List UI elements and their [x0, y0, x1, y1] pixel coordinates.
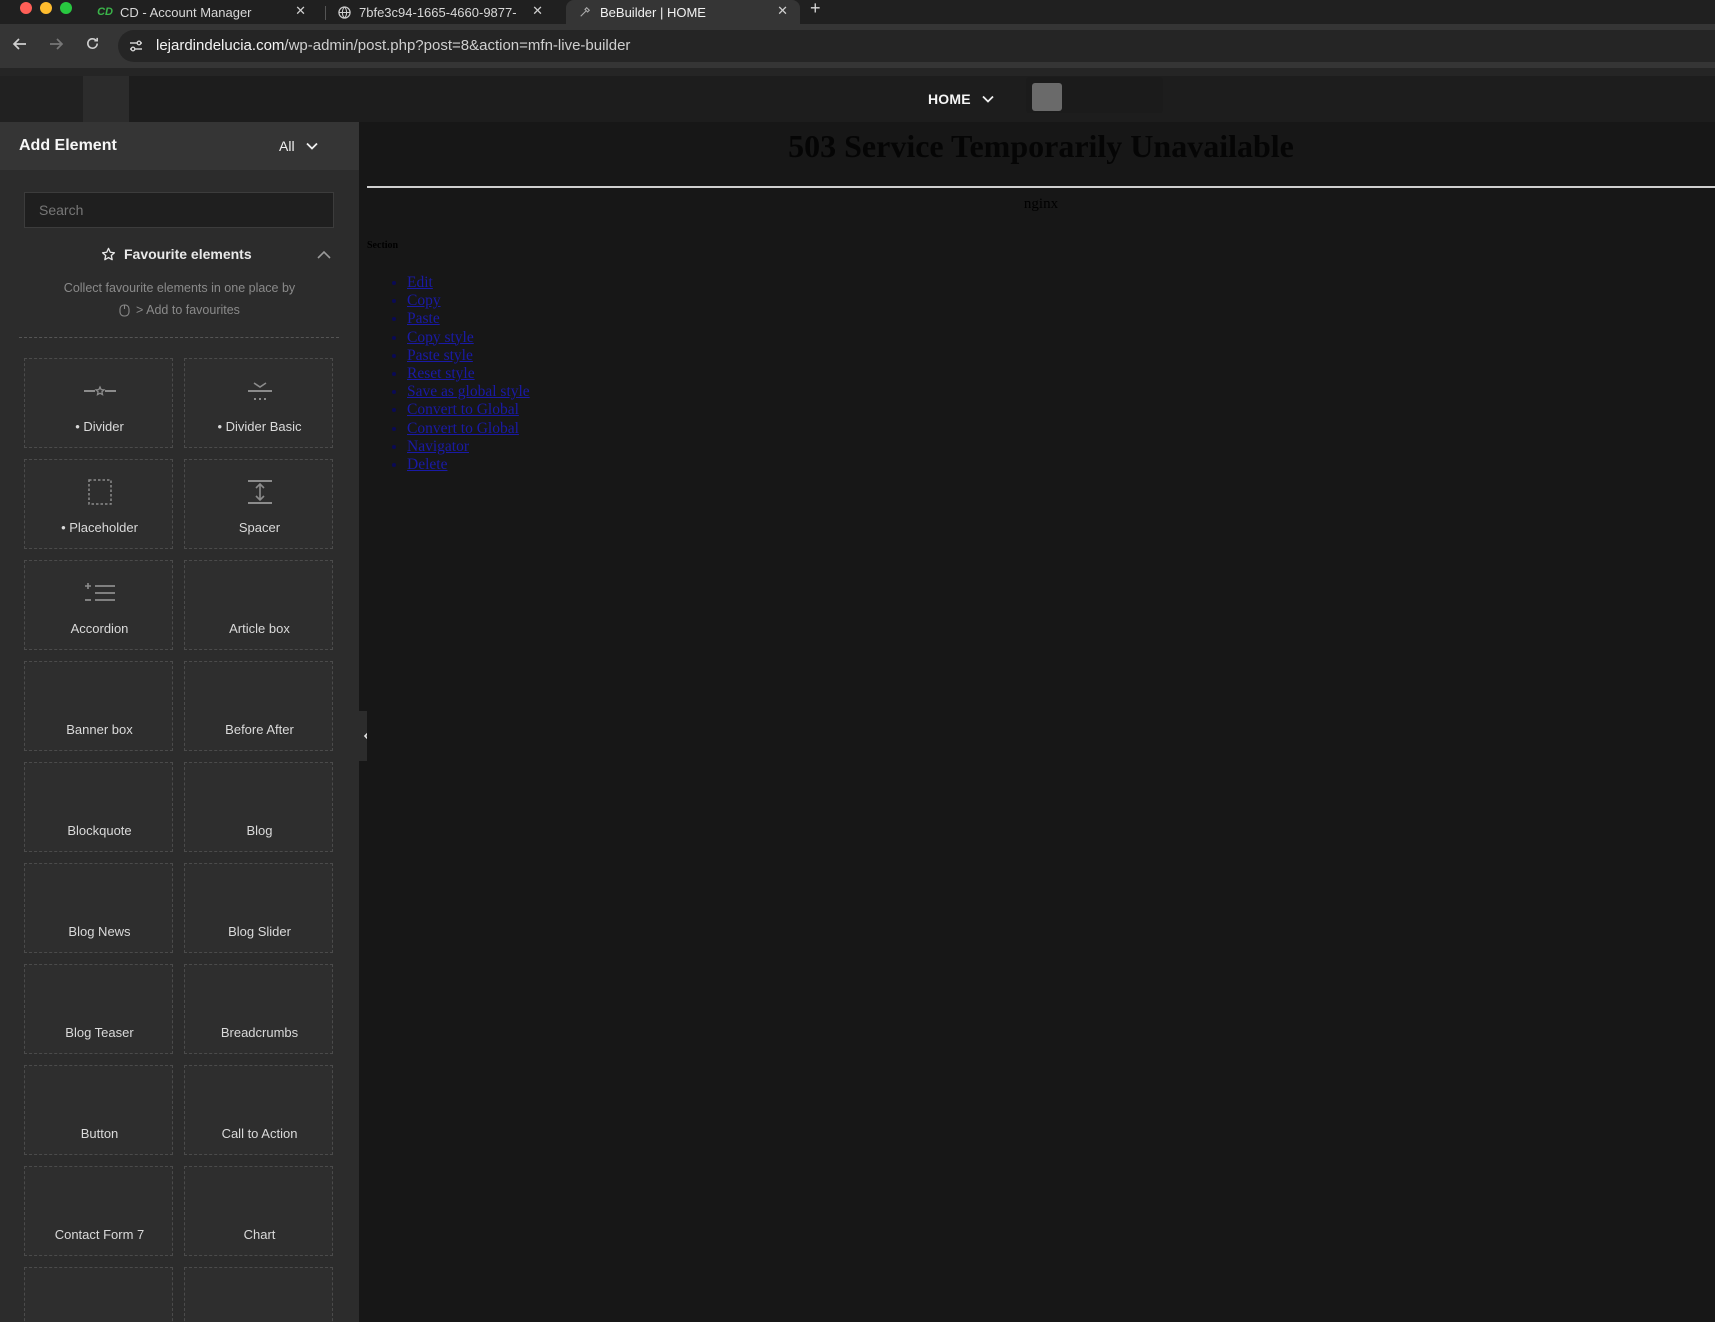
- builder-top-bar: HOME: [0, 68, 1715, 122]
- favourites-header[interactable]: Favourite elements: [0, 246, 359, 266]
- mouse-icon: [119, 303, 130, 317]
- favourites-description: Collect favourite elements in one place …: [63, 281, 296, 317]
- back-button[interactable]: [12, 36, 28, 56]
- menu-delete-link[interactable]: Delete: [407, 456, 447, 473]
- chevron-down-icon: [982, 95, 994, 103]
- element-blog-teaser[interactable]: Blog Teaser: [24, 964, 173, 1054]
- menu-convert-global-link[interactable]: Convert to Global: [407, 420, 519, 437]
- menu-save-global-style-link[interactable]: Save as global style: [407, 383, 530, 400]
- chevron-down-icon: [305, 142, 318, 150]
- menu-paste-link[interactable]: Paste: [407, 310, 440, 327]
- menu-copy-link[interactable]: Copy: [407, 292, 441, 309]
- menu-item: Edit: [407, 274, 530, 292]
- server-name: nginx: [1023, 196, 1059, 212]
- arrow-left-icon: [12, 38, 26, 50]
- new-tab-button[interactable]: +: [810, 0, 821, 17]
- cd-logo-icon: CD: [97, 6, 113, 18]
- add-element-sidebar: Add Element All Favourite elements Colle…: [0, 122, 359, 1322]
- reload-button[interactable]: [85, 36, 100, 55]
- reload-icon: [87, 37, 98, 49]
- menu-convert-global-link[interactable]: Convert to Global: [407, 401, 519, 418]
- element-breadcrumbs[interactable]: Breadcrumbs: [184, 964, 333, 1054]
- error-title: 503 Service Temporarily Unavailable: [788, 128, 1294, 164]
- element-search-input[interactable]: [24, 192, 334, 228]
- element-chart[interactable]: Chart: [184, 1166, 333, 1256]
- browser-toolbar: lejardindelucia.com/wp-admin/post.php?po…: [0, 24, 1715, 68]
- chevron-up-icon[interactable]: [316, 248, 332, 262]
- window-close-button[interactable]: [20, 2, 32, 14]
- favourites-title: Favourite elements: [124, 246, 252, 262]
- builder-canvas: 503 Service Temporarily Unavailable ngin…: [367, 122, 1715, 1322]
- menu-item: Convert to Global: [407, 420, 530, 438]
- element-blog-news[interactable]: Blog News: [24, 863, 173, 953]
- menu-item: Reset style: [407, 365, 530, 383]
- element-filter-dropdown[interactable]: All: [279, 138, 319, 154]
- element-blockquote[interactable]: Blockquote: [24, 762, 173, 852]
- accordion-icon: [84, 583, 115, 601]
- element-blog-slider[interactable]: Blog Slider: [184, 863, 333, 953]
- builder-toolbar-area: [129, 76, 1715, 122]
- menu-item: Paste style: [407, 347, 530, 365]
- window-minimize-button[interactable]: [40, 2, 52, 14]
- section-label: Section: [367, 240, 399, 251]
- thumbnail-square: [1032, 83, 1062, 111]
- tab-close-icon[interactable]: ✕: [777, 3, 788, 19]
- element-banner-box[interactable]: Banner box: [24, 661, 173, 751]
- element-accordion[interactable]: Accordion: [24, 560, 173, 650]
- site-settings-icon[interactable]: [128, 38, 144, 54]
- menu-item: Delete: [407, 456, 530, 474]
- window-maximize-button[interactable]: [60, 2, 72, 14]
- element-divider-basic[interactable]: • Divider Basic: [184, 358, 333, 448]
- element-before-after[interactable]: Before After: [184, 661, 333, 751]
- element-blog[interactable]: Blog: [184, 762, 333, 852]
- element-article-box[interactable]: Article box: [184, 560, 333, 650]
- browser-tab-account-manager[interactable]: CD CD - Account Manager ✕: [97, 0, 318, 24]
- menu-item: Copy: [407, 292, 530, 310]
- placeholder-icon: [87, 479, 112, 505]
- section-context-menu: Edit Copy Paste Copy style Paste style R…: [367, 274, 530, 474]
- menu-edit-link[interactable]: Edit: [407, 274, 433, 291]
- address-bar[interactable]: lejardindelucia.com/wp-admin/post.php?po…: [118, 30, 1715, 62]
- element-divider[interactable]: • Divider: [24, 358, 173, 448]
- menu-navigator-link[interactable]: Navigator: [407, 438, 469, 455]
- error-divider: [367, 186, 1715, 188]
- forward-button[interactable]: [48, 36, 64, 56]
- url-text[interactable]: lejardindelucia.com/wp-admin/post.php?po…: [156, 37, 630, 54]
- builder-logo-area: [0, 76, 83, 122]
- menu-item: Paste: [407, 310, 530, 328]
- builder-menu-toggle[interactable]: [83, 76, 129, 122]
- menu-item: Copy style: [407, 329, 530, 347]
- menu-item: Save as global style: [407, 383, 530, 401]
- tab-separator: [325, 6, 326, 20]
- favourites-divider: [19, 337, 339, 338]
- bebuilder-icon: [578, 5, 592, 19]
- browser-tab-bar: CD CD - Account Manager ✕ 7bfe3c94-1665-…: [0, 0, 1715, 24]
- menu-copy-style-link[interactable]: Copy style: [407, 329, 474, 346]
- sidebar-header: Add Element All: [0, 122, 359, 170]
- spacer-icon: [247, 480, 272, 504]
- menu-reset-style-link[interactable]: Reset style: [407, 365, 475, 382]
- menu-paste-style-link[interactable]: Paste style: [407, 347, 473, 364]
- element-contact-form-7[interactable]: Contact Form 7: [24, 1166, 173, 1256]
- divider-icon: [83, 385, 116, 396]
- tab-close-icon[interactable]: ✕: [532, 3, 543, 19]
- arrow-right-icon: [50, 38, 64, 50]
- element-call-to-action[interactable]: Call to Action: [184, 1065, 333, 1155]
- browser-tab-bebuilder[interactable]: BeBuilder | HOME ✕: [566, 0, 800, 24]
- preview-thumbnail[interactable]: [1026, 77, 1163, 113]
- sidebar-title: Add Element: [19, 137, 117, 154]
- browser-tab-uuid[interactable]: 7bfe3c94-1665-4660-9877- ✕: [337, 0, 555, 24]
- element-card-partial[interactable]: [24, 1267, 173, 1322]
- globe-icon: [337, 5, 351, 19]
- tab-close-icon[interactable]: ✕: [295, 3, 306, 19]
- star-icon: [101, 247, 116, 260]
- element-placeholder[interactable]: • Placeholder: [24, 459, 173, 549]
- element-button[interactable]: Button: [24, 1065, 173, 1155]
- divider-basic-icon: [247, 382, 272, 400]
- menu-item: Navigator: [407, 438, 530, 456]
- menu-item: Convert to Global: [407, 401, 530, 419]
- page-selector[interactable]: HOME: [928, 88, 995, 110]
- element-spacer[interactable]: Spacer: [184, 459, 333, 549]
- element-card-partial[interactable]: [184, 1267, 333, 1322]
